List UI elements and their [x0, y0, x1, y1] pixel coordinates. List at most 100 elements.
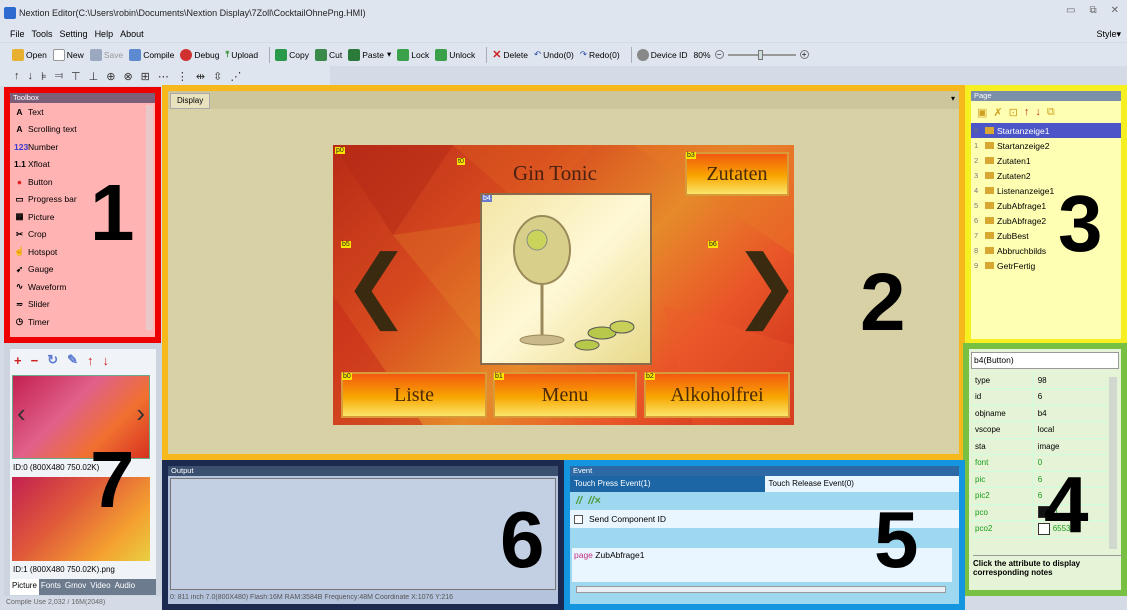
menu-file[interactable]: File [10, 29, 25, 39]
tab-picture[interactable]: Picture [10, 579, 39, 595]
comment-icon[interactable]: // [576, 495, 582, 507]
insert-page-icon[interactable]: ⊡ [1009, 106, 1018, 119]
hmi-screen[interactable]: p0 t0 Gin Tonic Zutaten b3 b4 b5 ❮ b6 ❯ … [333, 145, 794, 425]
bring-up-icon[interactable]: ↑ [14, 70, 20, 82]
delete-button[interactable]: ✕ Delete [492, 48, 528, 61]
align-top-icon[interactable]: ⊤ [71, 70, 81, 83]
same-size-icon[interactable]: ⊞ [141, 70, 150, 83]
object-select[interactable]: b4(Button) [971, 352, 1119, 369]
align-left-icon[interactable]: ⊧ [41, 70, 47, 83]
add-icon[interactable]: + [14, 353, 22, 368]
cut-button[interactable]: Cut [314, 48, 342, 61]
alkoholfrei-button[interactable]: Alkoholfrei [644, 372, 790, 418]
dropdown-icon[interactable]: ▾ [951, 94, 955, 103]
distribute-icon[interactable]: ⋰ [230, 70, 241, 83]
move-up-icon[interactable]: ↑ [1024, 106, 1030, 118]
paste-button[interactable]: Paste ▾ [348, 48, 391, 61]
undo-button[interactable]: ↶ Undo(0) [534, 49, 574, 60]
device-id-button[interactable]: Device ID [636, 48, 688, 61]
toolbox-item-number[interactable]: 123 Number [10, 138, 155, 156]
tab-fonts[interactable]: Fonts [39, 579, 63, 595]
send-down-icon[interactable]: ↓ [28, 70, 34, 82]
next-arrow-button[interactable]: ❯ [733, 245, 794, 325]
output-textbox[interactable] [170, 478, 556, 590]
move-down-icon[interactable]: ↓ [1035, 106, 1041, 118]
liste-button[interactable]: Liste [341, 372, 487, 418]
toolbox-scrollbar[interactable] [146, 105, 153, 330]
align-bottom-icon[interactable]: ⊥ [89, 70, 99, 83]
attribute-note: Click the attribute to display correspon… [973, 555, 1123, 577]
toolbox-item-scrolling-text[interactable]: A Scrolling text [10, 121, 155, 139]
close-icon[interactable]: ✕ [1111, 5, 1119, 16]
menu-about[interactable]: About [120, 29, 144, 39]
attribute-key: sta [971, 438, 1034, 455]
previous-arrow-button[interactable]: ❮ [343, 245, 410, 325]
copy-button[interactable]: Copy [275, 48, 309, 61]
menu-button[interactable]: Menu [493, 372, 637, 418]
delete-page-icon[interactable]: ✗ [993, 106, 1002, 119]
zoom-in-icon[interactable]: + [799, 50, 809, 59]
save-button[interactable]: Save [89, 48, 123, 61]
toolbox-item-waveform[interactable]: ∿ Waveform [10, 278, 155, 296]
align-right-icon[interactable]: ⫤ [55, 70, 63, 83]
move-down-icon[interactable]: ↓ [103, 353, 110, 368]
compile-button[interactable]: Compile [129, 48, 174, 61]
menu-tools[interactable]: Tools [32, 29, 53, 39]
attribute-row[interactable]: sta image [971, 438, 1107, 455]
zoom-slider[interactable] [727, 49, 796, 60]
unlock-button[interactable]: Unlock [435, 48, 475, 61]
attribute-row[interactable]: vscope local [971, 421, 1107, 439]
debug-button[interactable]: Debug [180, 48, 219, 61]
tab-video[interactable]: Video [88, 579, 112, 595]
zutaten-button[interactable]: Zutaten [685, 152, 789, 196]
menu-setting[interactable]: Setting [60, 29, 88, 39]
page-name: Zutaten2 [997, 170, 1031, 181]
space-v-icon[interactable]: ⇳ [213, 70, 222, 83]
cocktail-image-button[interactable]: b4 [480, 193, 652, 365]
redo-button[interactable]: ↷ Redo(0) [580, 49, 620, 60]
same-width-icon[interactable]: ⋯ [158, 70, 169, 83]
page-list-item[interactable]: 1 Startanzeige2 [971, 138, 1121, 153]
remove-icon[interactable]: − [31, 353, 39, 368]
center-horizontal-icon[interactable]: ⊕ [106, 70, 115, 83]
menu-help[interactable]: Help [95, 29, 114, 39]
edit-icon[interactable]: ✎ [67, 352, 78, 368]
zoom-slider-thumb[interactable] [757, 49, 763, 60]
attribute-row[interactable]: type 98 [971, 372, 1107, 389]
replace-icon[interactable]: ↻ [47, 352, 58, 368]
title-text[interactable]: Gin Tonic [513, 161, 597, 186]
attribute-row[interactable]: objname b4 [971, 405, 1107, 422]
minimize-icon[interactable]: ▭ [1066, 5, 1075, 16]
restore-icon[interactable]: ⧉ [1089, 5, 1096, 16]
code-scrollbar[interactable] [576, 586, 946, 593]
tab-audio[interactable]: Audio [113, 579, 137, 595]
page-list-item[interactable]: 2 Zutaten1 [971, 153, 1121, 168]
new-button[interactable]: New [52, 48, 84, 61]
page-name: ZubBest [997, 230, 1029, 241]
same-height-icon[interactable]: ⋮ [177, 70, 188, 83]
tab-gmov[interactable]: Gmov [63, 579, 88, 595]
tab-display[interactable]: Display [170, 93, 211, 109]
tab-touch-press[interactable]: Touch Press Event(1) [570, 476, 765, 492]
attribute-key: type [971, 372, 1034, 389]
open-button[interactable]: Open [12, 48, 47, 61]
toolbox-item-slider[interactable]: ≂ Slider [10, 296, 155, 314]
uncomment-icon[interactable]: //× [588, 495, 601, 507]
zoom-out-icon[interactable]: − [714, 50, 724, 59]
toolbox-item-timer[interactable]: ◷ Timer [10, 313, 155, 331]
upload-button[interactable]: ⤒ Upload [225, 49, 258, 60]
add-page-icon[interactable]: ▣ [977, 106, 987, 119]
lock-button[interactable]: Lock [397, 48, 429, 61]
toolbox-item-gauge[interactable]: ➹ Gauge [10, 261, 155, 279]
send-component-checkbox[interactable] [574, 514, 583, 524]
copy-page-icon[interactable]: ⧉ [1047, 106, 1055, 119]
move-up-icon[interactable]: ↑ [87, 353, 94, 368]
page-list-item[interactable]: 0 Startanzeige1 [971, 123, 1121, 138]
style-menu[interactable]: Style▾ [1096, 29, 1121, 40]
attribute-row[interactable]: id 6 [971, 388, 1107, 406]
center-vertical-icon[interactable]: ⊗ [123, 70, 132, 83]
toolbox-item-text[interactable]: A Text [10, 103, 155, 121]
space-h-icon[interactable]: ⇹ [196, 70, 205, 83]
tab-touch-release[interactable]: Touch Release Event(0) [764, 476, 959, 492]
attribute-scrollbar[interactable] [1109, 377, 1117, 549]
